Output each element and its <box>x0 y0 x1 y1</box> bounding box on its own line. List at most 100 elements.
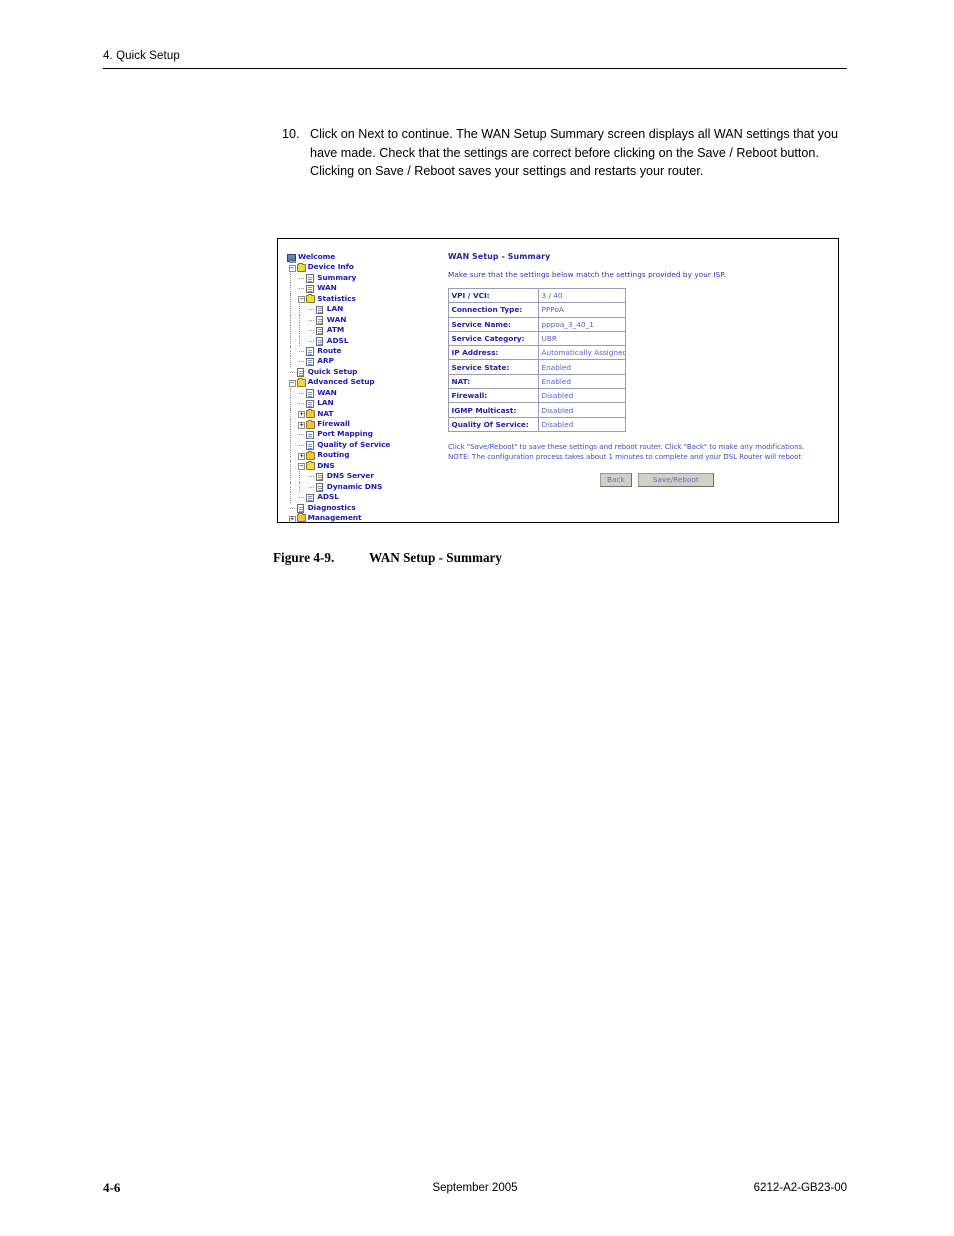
page-icon <box>315 326 324 336</box>
tree-guide-line <box>289 314 291 326</box>
tree-guide-line <box>289 272 291 284</box>
tree-guide-line <box>289 419 291 430</box>
tree-connector-line <box>299 361 305 363</box>
tree-item-wan[interactable]: WAN <box>287 283 447 294</box>
monitor-icon <box>287 253 296 263</box>
tree-guide-line <box>289 335 291 346</box>
tree-item-dynamic-dns[interactable]: Dynamic DNS <box>287 481 447 493</box>
tree-item-label: LAN <box>317 398 334 408</box>
tree-item-label: Dynamic DNS <box>326 481 383 491</box>
summary-row: Connection Type: PPPoA <box>448 302 626 318</box>
figure-caption-text: WAN Setup - Summary <box>369 550 502 565</box>
summary-row-key: VPI / VCI: <box>448 287 539 304</box>
tree-item-label: WAN <box>317 283 337 293</box>
tree-connector-line <box>308 340 314 342</box>
tree-expand-icon[interactable]: + <box>288 515 296 522</box>
tree-guide-line <box>299 481 301 493</box>
summary-row-value: pppoa_3_40_1 <box>538 316 626 332</box>
page-icon <box>306 389 314 398</box>
tree-connector-line <box>299 392 305 394</box>
tree-item-wan[interactable]: WAN <box>287 387 447 399</box>
tree-expand-icon[interactable]: + <box>298 453 306 460</box>
tree-connector-line <box>308 486 314 488</box>
summary-row-key: Firewall: <box>448 388 539 404</box>
tree-item-diagnostics[interactable]: Diagnostics <box>287 503 447 513</box>
summary-row-key: Quality Of Service: <box>448 416 539 432</box>
summary-row: IP Address: Automatically Assigned <box>448 345 626 361</box>
page-icon <box>315 305 324 315</box>
summary-row-value: Automatically Assigned <box>538 345 626 361</box>
tree-item-advanced-setup[interactable]: − Advanced Setup <box>287 377 447 387</box>
tree-item-label: ADSL <box>326 335 349 345</box>
page-icon <box>315 337 324 346</box>
page-icon <box>296 368 305 377</box>
tree-collapse-icon[interactable]: − <box>288 265 296 273</box>
tree-item-welcome[interactable]: Welcome <box>287 252 447 263</box>
tree-item-label: Statistics <box>317 293 356 303</box>
tree-item-lan[interactable]: LAN <box>287 304 447 315</box>
page-icon <box>306 493 314 503</box>
summary-row-value: Disabled <box>538 402 626 418</box>
tree-item-nat[interactable]: + NAT <box>287 408 447 419</box>
tree-item-summary[interactable]: Summary <box>287 272 447 284</box>
page-icon <box>306 284 314 294</box>
summary-row: NAT: Enabled <box>448 373 626 390</box>
tree-expand-icon[interactable]: + <box>298 411 306 419</box>
tree-item-routing[interactable]: + Routing <box>287 450 447 461</box>
tree-collapse-icon[interactable]: − <box>298 296 306 304</box>
summary-row-key: IGMP Multicast: <box>448 402 539 418</box>
tree-item-device-info[interactable]: − Device Info <box>287 262 447 273</box>
page-subtitle: Make sure that the settings below match … <box>448 270 726 279</box>
summary-row: Service State: Enabled <box>448 359 626 375</box>
tree-connector-line <box>308 330 314 332</box>
tree-item-management[interactable]: + Management <box>287 513 447 522</box>
tree-guide-line <box>289 439 291 451</box>
tree-item-lan[interactable]: LAN <box>287 398 447 409</box>
tree-collapse-icon[interactable]: − <box>298 463 306 471</box>
step-text: Click on Next to continue. The WAN Setup… <box>310 127 838 179</box>
tree-guide-line <box>299 335 301 346</box>
folder-closed-icon <box>296 513 306 522</box>
navigation-tree[interactable]: Welcome − Device Info Summary WAN − Statistics… <box>287 252 447 522</box>
summary-row: Service Category: UBR <box>448 330 626 347</box>
tree-item-label: Port Mapping <box>317 429 373 439</box>
tree-item-atm[interactable]: ATM <box>287 325 447 336</box>
tree-item-arp[interactable]: ARP <box>287 356 447 367</box>
summary-row-value: PPPoA <box>538 302 626 318</box>
tree-item-route[interactable]: Route <box>287 345 447 357</box>
tree-item-adsl[interactable]: ADSL <box>287 492 447 503</box>
tree-guide-line <box>289 450 291 461</box>
tree-item-label: Routing <box>317 450 350 460</box>
tree-item-label: Device Info <box>307 262 354 272</box>
step-item: 10. Click on Next to continue. The WAN S… <box>282 125 844 181</box>
page-footer: 4-6 September 2005 6212-A2-GB23-00 <box>103 1180 847 1196</box>
tree-connector-line <box>308 476 314 478</box>
tree-item-firewall[interactable]: + Firewall <box>287 419 447 430</box>
save-reboot-button[interactable]: Save/Reboot <box>637 472 714 488</box>
tree-collapse-icon[interactable]: − <box>288 380 296 387</box>
tree-item-port-mapping[interactable]: Port Mapping <box>287 429 447 440</box>
tree-item-dns-server[interactable]: DNS Server <box>287 471 447 482</box>
tree-connector-line <box>289 371 295 373</box>
page-icon <box>315 483 324 492</box>
figure-caption: Figure 4-9. WAN Setup - Summary <box>273 550 502 566</box>
tree-expand-icon[interactable]: + <box>298 421 306 429</box>
tree-item-wan[interactable]: WAN <box>287 314 447 326</box>
tree-guide-line <box>289 398 291 409</box>
tree-item-adsl[interactable]: ADSL <box>287 335 447 346</box>
summary-row-value: Disabled <box>538 388 626 404</box>
summary-row: VPI / VCI: 3 / 40 <box>448 287 626 304</box>
reboot-note-line-1: Click "Save/Reboot" to save these settin… <box>448 441 805 451</box>
tree-item-dns[interactable]: − DNS <box>287 460 447 472</box>
tree-guide-line <box>289 304 291 315</box>
tree-guide-line <box>289 387 291 399</box>
summary-row: Service Name: pppoa_3_40_1 <box>448 316 626 332</box>
tree-item-quality-of-service[interactable]: Quality of Service <box>287 439 447 451</box>
back-button[interactable]: Back <box>600 472 632 488</box>
summary-row: IGMP Multicast: Disabled <box>448 402 626 418</box>
tree-item-quick-setup[interactable]: Quick Setup <box>287 367 447 377</box>
tree-item-statistics[interactable]: − Statistics <box>287 293 447 305</box>
tree-item-label: ARP <box>317 356 334 366</box>
reboot-note-line-2: NOTE: The configuration process takes ab… <box>448 452 802 462</box>
tree-item-label: Diagnostics <box>307 502 356 512</box>
